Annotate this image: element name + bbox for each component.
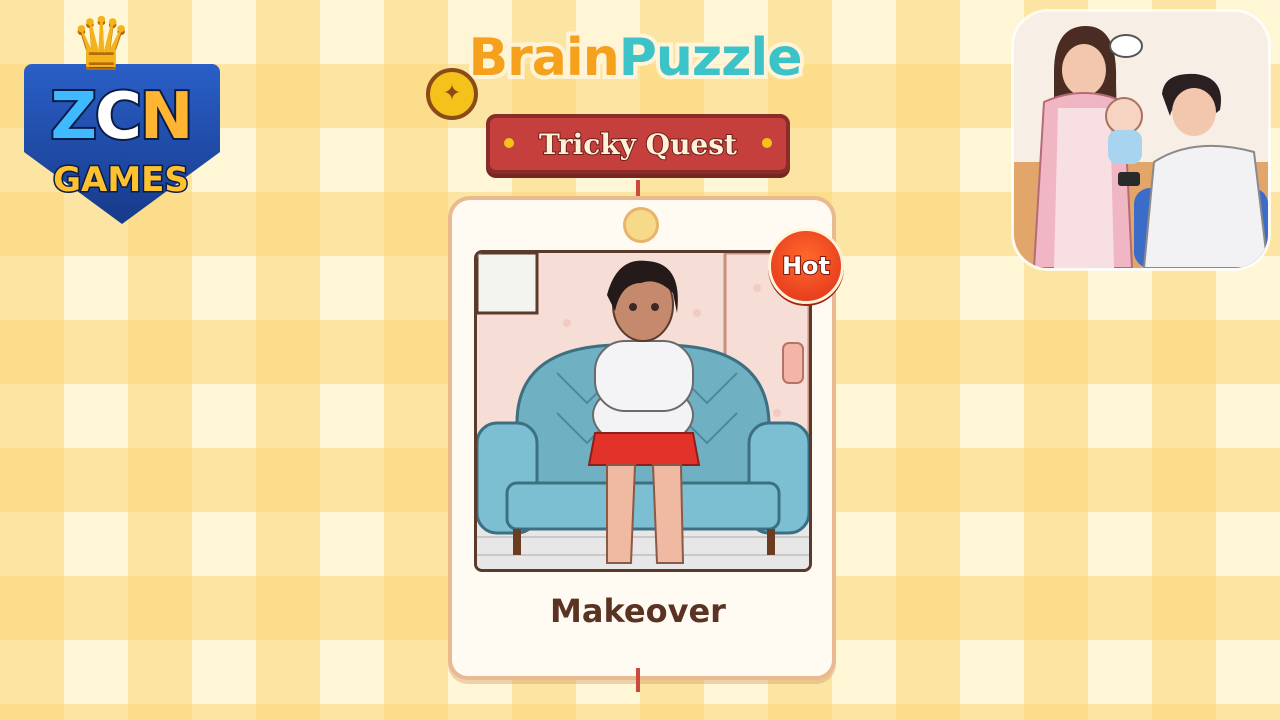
level-illustration — [477, 253, 809, 569]
banner-dot — [762, 138, 772, 148]
level-artwork[interactable] — [474, 250, 812, 572]
title-word-brain: Brain — [464, 24, 623, 92]
game-title: BrainPuzzle ✦ Tricky Quest — [420, 24, 850, 178]
publisher-logo: ♛ ZCN GAMES — [8, 6, 234, 234]
game-subtitle: Tricky Quest — [538, 127, 738, 162]
logo-letter-c: C — [93, 78, 144, 156]
hot-badge: Hot — [768, 228, 844, 304]
logo-subtitle: GAMES — [52, 159, 191, 202]
logo-letter-n: N — [138, 78, 196, 156]
banner-dot — [504, 138, 514, 148]
subtitle-banner: Tricky Quest — [486, 114, 790, 174]
crown-icon: ♛ — [70, 2, 133, 84]
logo-letter-z: Z — [49, 78, 99, 156]
card-string-bottom — [636, 668, 640, 692]
card-pin — [623, 207, 659, 243]
hot-badge-label: Hot — [781, 251, 831, 281]
level-name: Makeover — [550, 592, 726, 630]
lightbulb-icon: ✦ — [426, 68, 478, 120]
title-word-puzzle: Puzzle — [615, 24, 807, 92]
game-title-main: BrainPuzzle — [420, 24, 850, 92]
preview-illustration — [1014, 12, 1268, 268]
logo-letters: ZCN — [8, 78, 234, 156]
app-icon-preview — [1014, 12, 1268, 268]
